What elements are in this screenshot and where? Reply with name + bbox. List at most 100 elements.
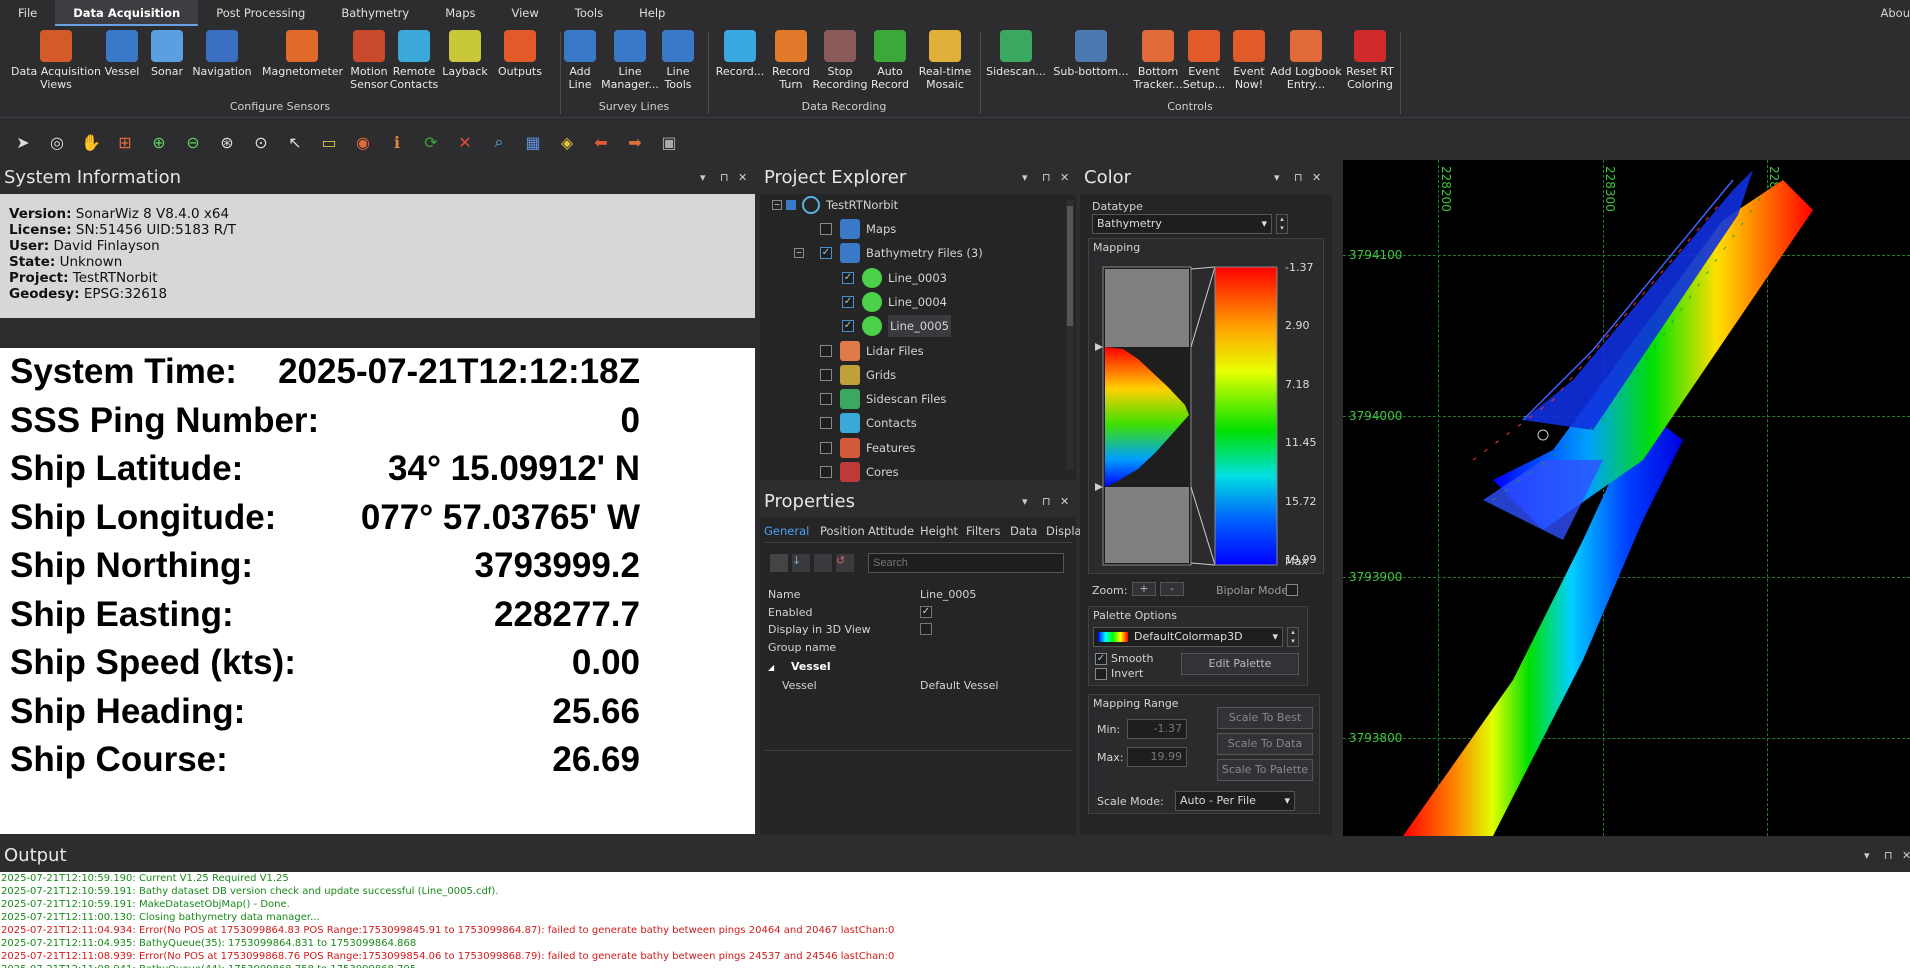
ribbon-button-add-logbook-entry[interactable]: Add Logbook Entry...: [1266, 30, 1346, 91]
ribbon-button-navigation[interactable]: Navigation: [190, 30, 254, 79]
zoom-extents-icon[interactable]: ⊛: [214, 129, 240, 155]
tab-filters[interactable]: Filters: [966, 524, 1000, 538]
close-icon[interactable]: ✕: [1060, 488, 1069, 516]
menu-item-help[interactable]: Help: [621, 0, 683, 26]
tree-checkbox[interactable]: [820, 393, 832, 406]
datatype-select[interactable]: Bathymetry ▾: [1092, 214, 1272, 234]
tab-height[interactable]: Height: [920, 524, 958, 538]
tree-checkbox[interactable]: ✓: [842, 271, 854, 284]
tree-item-maps[interactable]: Maps: [820, 218, 896, 240]
ribbon-button-line-tools[interactable]: Line Tools: [654, 30, 702, 91]
tree-item-line-0005[interactable]: ✓ Line_0005: [842, 315, 951, 338]
menu-item-post-processing[interactable]: Post Processing: [198, 0, 323, 26]
tab-position[interactable]: Position: [820, 524, 865, 538]
menu-item-data-acquisition[interactable]: Data Acquisition: [55, 0, 199, 26]
close-icon[interactable]: ✕: [1312, 164, 1321, 192]
tree-checkbox[interactable]: [820, 466, 832, 478]
delete-icon[interactable]: ✕: [452, 129, 478, 155]
info-icon[interactable]: ℹ: [384, 129, 410, 155]
pin-icon[interactable]: ⊓: [1042, 488, 1051, 516]
property-row[interactable]: Vessel Default Vessel: [768, 677, 1068, 694]
tree-checkbox[interactable]: ✓: [820, 247, 832, 260]
pages-icon[interactable]: [814, 554, 832, 572]
property-value[interactable]: Line_0005: [920, 586, 976, 603]
collapse-icon[interactable]: −: [794, 248, 804, 259]
dropdown-icon[interactable]: ▾: [1022, 488, 1028, 516]
back-arrow-icon[interactable]: ⬅: [588, 129, 614, 155]
expand-icon[interactable]: ◢: [768, 663, 777, 672]
min-value-input[interactable]: -1.37: [1127, 719, 1187, 739]
pin-icon[interactable]: ⊓: [1042, 164, 1051, 192]
tree-checkbox[interactable]: [820, 441, 832, 454]
ribbon-button-motion-sensor[interactable]: Motion Sensor: [346, 30, 392, 91]
ribbon-button-layback[interactable]: Layback: [442, 30, 488, 79]
pin-icon[interactable]: ⊓: [720, 164, 729, 192]
ribbon-button-bottom-tracker[interactable]: Bottom Tracker...: [1131, 30, 1185, 91]
properties-search-input[interactable]: [868, 553, 1064, 573]
ribbon-button-sub-bottom[interactable]: Sub-bottom...: [1051, 30, 1131, 79]
dropdown-icon[interactable]: ▾: [1274, 164, 1280, 192]
menu-item-tools[interactable]: Tools: [557, 0, 621, 26]
zoom-out-icon[interactable]: ⊖: [180, 129, 206, 155]
grid-icon[interactable]: ▦: [520, 129, 546, 155]
ribbon-button-remote-contacts[interactable]: Remote Contacts: [389, 30, 439, 91]
tab-data[interactable]: Data: [1010, 524, 1037, 538]
ribbon-button-sonar[interactable]: Sonar: [147, 30, 187, 79]
menu-item-maps[interactable]: Maps: [427, 0, 493, 26]
ribbon-button-reset-rt-coloring[interactable]: Reset RT Coloring: [1341, 30, 1399, 91]
bipolar-mode-checkbox[interactable]: [1286, 584, 1298, 596]
tree-checkbox[interactable]: [820, 344, 832, 357]
pin-icon[interactable]: ⊓: [1884, 842, 1893, 870]
max-value-input[interactable]: 19.99: [1127, 747, 1187, 767]
scale-to-data-button[interactable]: Scale To Data: [1217, 733, 1313, 755]
tree-item-features[interactable]: Features: [820, 437, 915, 459]
tree-root[interactable]: − TestRTNorbit: [772, 194, 898, 216]
ribbon-button-sidescan[interactable]: Sidescan...: [984, 30, 1048, 79]
pointer-icon[interactable]: ➤: [10, 129, 36, 155]
scale-to-palette-button[interactable]: Scale To Palette: [1217, 759, 1313, 781]
map-view[interactable]: 228200 228300 2283 3794100 3794000 37939…: [1343, 160, 1910, 836]
property-value[interactable]: [920, 623, 932, 635]
property-value[interactable]: Default Vessel: [920, 677, 998, 694]
close-icon[interactable]: ✕: [1902, 842, 1910, 870]
ribbon-button-auto-record[interactable]: Auto Record: [867, 30, 913, 91]
edit-palette-button[interactable]: Edit Palette: [1181, 653, 1299, 675]
ribbon-button-outputs[interactable]: Outputs: [495, 30, 545, 79]
scale-mode-select[interactable]: Auto - Per File ▾: [1175, 791, 1295, 811]
menu-item-bathymetry[interactable]: Bathymetry: [323, 0, 427, 26]
ruler-icon[interactable]: ▭: [316, 129, 342, 155]
ribbon-button-magnetometer[interactable]: Magnetometer: [262, 30, 343, 79]
ribbon-button-stop-recording[interactable]: Stop Recording: [812, 30, 868, 91]
categorized-icon[interactable]: [770, 554, 788, 572]
close-icon[interactable]: ✕: [738, 164, 747, 192]
forward-arrow-icon[interactable]: ➡: [622, 129, 648, 155]
histogram-colorbar[interactable]: [1093, 255, 1321, 571]
menu-item-view[interactable]: View: [493, 0, 556, 26]
zoom-out-button[interactable]: -: [1160, 582, 1184, 596]
tree-item-line-0004[interactable]: ✓ Line_0004: [842, 291, 947, 313]
tree-item-cores[interactable]: Cores: [820, 461, 899, 483]
tree-checkbox[interactable]: ✓: [842, 320, 854, 333]
ribbon-button-add-line[interactable]: Add Line: [560, 30, 600, 91]
ribbon-button-record[interactable]: Record...: [713, 30, 767, 79]
property-value[interactable]: ✓: [920, 605, 932, 618]
palette-spinner[interactable]: ▴ ▾: [1287, 627, 1299, 647]
dropdown-icon[interactable]: ▾: [700, 164, 706, 192]
scrollbar-thumb[interactable]: [1067, 206, 1073, 326]
smooth-checkbox[interactable]: ✓: [1095, 653, 1107, 665]
layers-icon[interactable]: ◈: [554, 129, 580, 155]
tree-checkbox[interactable]: [820, 223, 832, 235]
tab-general[interactable]: General: [764, 524, 809, 538]
close-icon[interactable]: ✕: [1060, 164, 1069, 192]
sort-icon[interactable]: ↓: [792, 554, 810, 572]
property-row[interactable]: Name Line_0005: [768, 586, 1068, 603]
tree-checkbox[interactable]: [820, 417, 832, 430]
property-row[interactable]: Display in 3D View: [768, 621, 1068, 638]
zoom-box-icon[interactable]: ⊞: [112, 129, 138, 155]
property-section-vessel[interactable]: ◢ Vessel: [768, 658, 1068, 675]
property-row[interactable]: Enabled ✓: [768, 604, 1068, 621]
tree-item-grids[interactable]: Grids: [820, 364, 896, 386]
ribbon-button-event-setup[interactable]: Event Setup...: [1178, 30, 1230, 91]
map-view-icon[interactable]: ◎: [44, 129, 70, 155]
zoom-center-icon[interactable]: ⊙: [248, 129, 274, 155]
